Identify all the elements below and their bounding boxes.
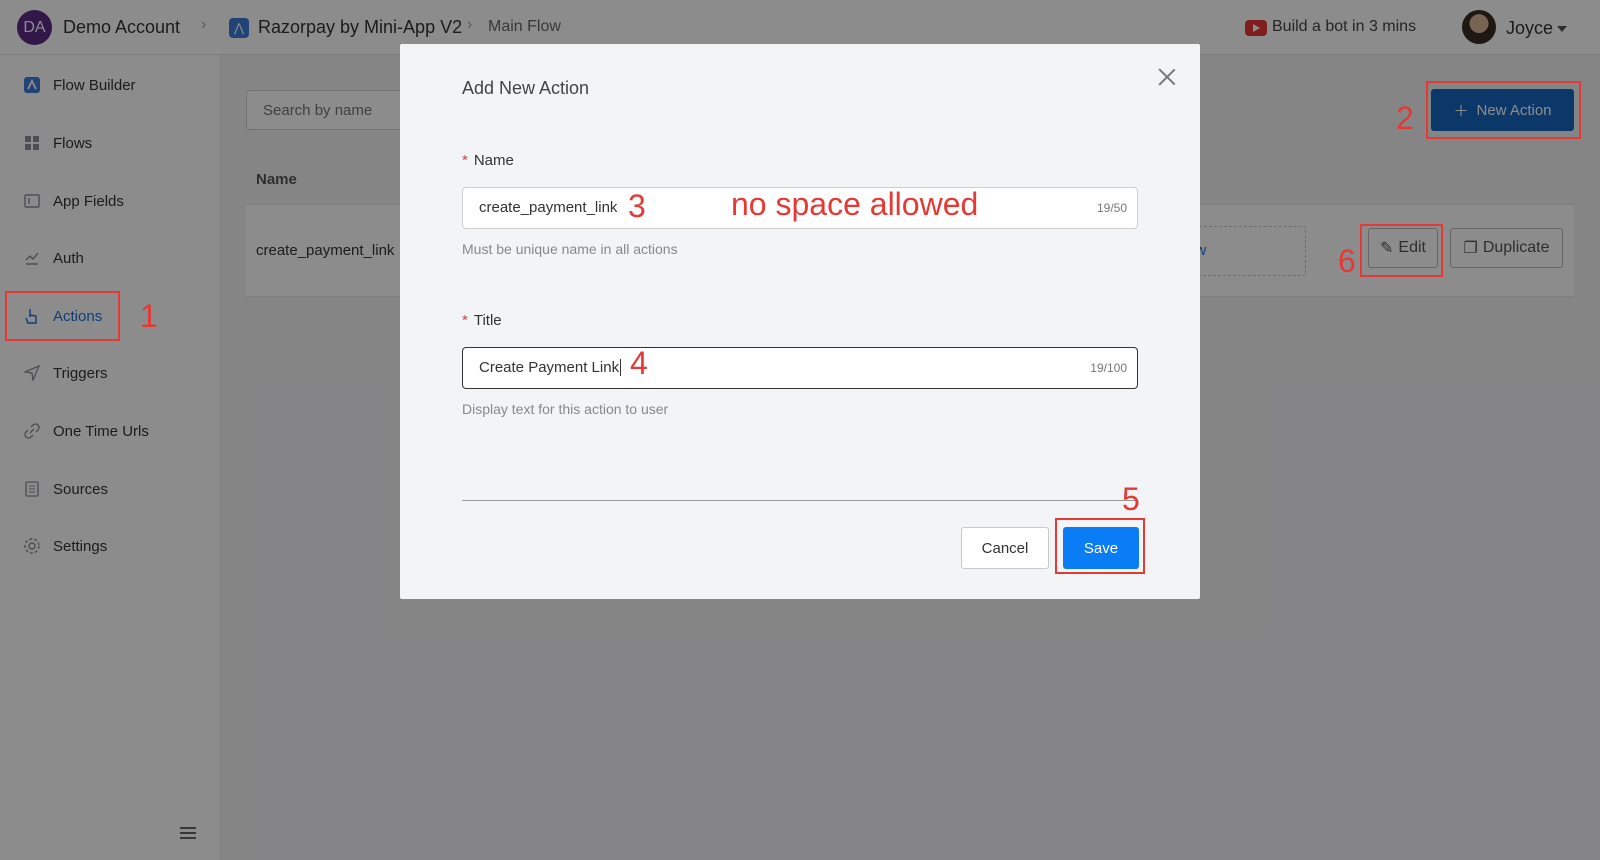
title-label: * Title	[462, 312, 502, 329]
annotation-box-edit	[1360, 224, 1443, 277]
name-label-text: Name	[473, 152, 514, 169]
title-help-text: Display text for this action to user	[462, 401, 669, 417]
title-field[interactable]: Create Payment Link 19/100	[462, 347, 1138, 389]
annotation-number-2: 2	[1396, 100, 1414, 136]
title-label-text: Title	[473, 312, 502, 329]
annotation-number-3: 3	[628, 188, 646, 224]
annotation-note: no space allowed	[731, 186, 979, 222]
name-value: create_payment_link	[479, 199, 618, 216]
annotation-number-6: 6	[1338, 243, 1356, 279]
annotation-number-5: 5	[1122, 481, 1140, 517]
close-icon[interactable]	[1158, 68, 1176, 86]
annotation-number-1: 1	[140, 298, 158, 334]
annotation-box-save	[1055, 518, 1145, 574]
title-counter: 19/100	[1090, 361, 1127, 375]
name-label: * Name	[462, 152, 514, 169]
cancel-button[interactable]: Cancel	[961, 527, 1049, 569]
modal-title: Add New Action	[462, 78, 590, 98]
name-counter: 19/50	[1096, 201, 1127, 215]
add-action-modal: Add New Action * Name create_payment_link…	[400, 44, 1200, 599]
modal-divider	[462, 500, 1138, 501]
annotation-box-actions	[5, 291, 120, 341]
required-marker: *	[462, 152, 468, 169]
title-value: Create Payment Link	[479, 359, 620, 376]
name-help-text: Must be unique name in all actions	[462, 241, 678, 257]
required-marker: *	[462, 312, 468, 329]
annotation-box-new-action	[1426, 81, 1581, 139]
annotation-number-4: 4	[630, 345, 648, 381]
text-cursor	[620, 359, 622, 376]
